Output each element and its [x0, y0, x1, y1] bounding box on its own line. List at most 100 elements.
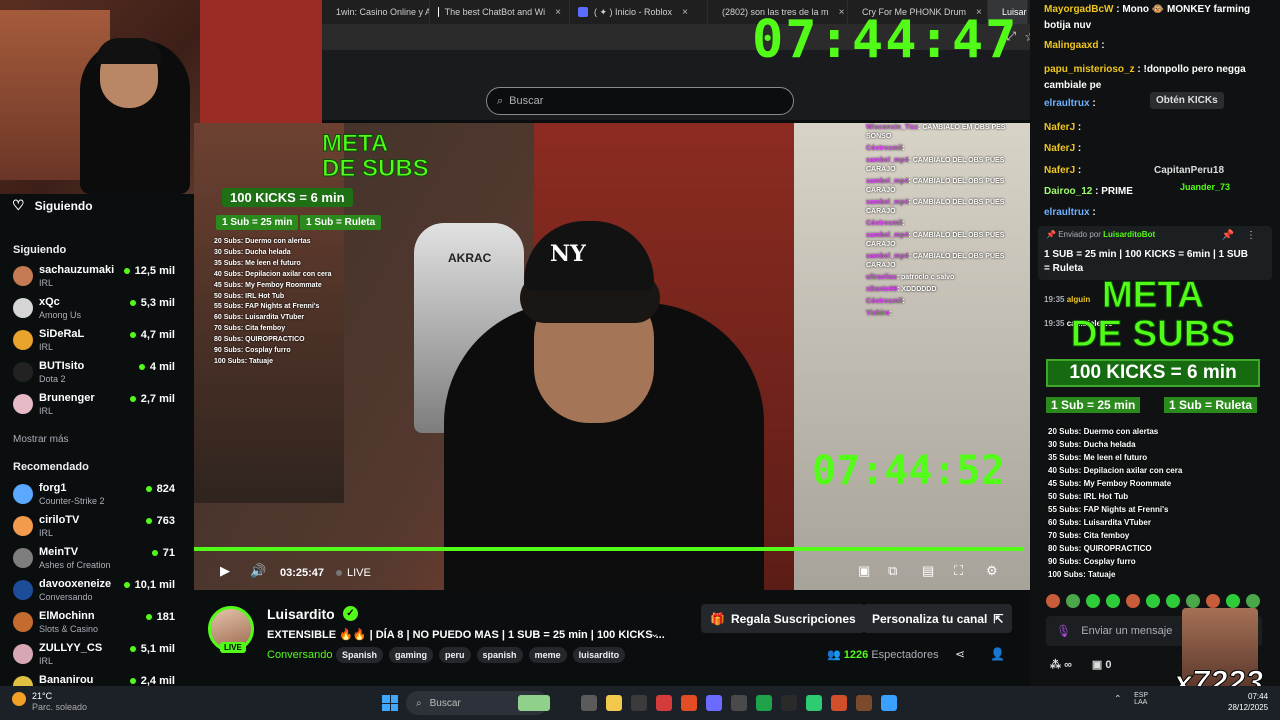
obs-icon[interactable]: [631, 695, 647, 711]
app-dark-icon[interactable]: [781, 695, 797, 711]
pinned-user[interactable]: LuisarditoBot: [1103, 230, 1155, 239]
chat-username[interactable]: papu_misterioso_z: [1044, 64, 1135, 75]
emote-icon[interactable]: [1166, 594, 1180, 608]
more-options-icon[interactable]: ⋮: [1246, 230, 1256, 241]
stream-tag[interactable]: Spanish: [336, 647, 384, 663]
heart-icon: ♡: [12, 197, 25, 213]
chat-username[interactable]: Malingaaxd: [1044, 40, 1098, 51]
live-indicator[interactable]: LIVE: [336, 567, 371, 579]
sidebar-channel[interactable]: ElMochinn Slots & Casino 181: [13, 610, 175, 640]
taskbar-clock[interactable]: 07:44 28/12/2025: [1228, 691, 1268, 713]
stream-tag[interactable]: spanish: [476, 647, 523, 663]
video-progress-bar[interactable]: [194, 547, 1024, 551]
emote-icon[interactable]: [1106, 594, 1120, 608]
chat-username[interactable]: NaferJ: [1044, 122, 1075, 133]
spotify-icon[interactable]: [756, 695, 772, 711]
fullscreen-icon[interactable]: ⛶: [954, 563, 963, 579]
browser-tab[interactable]: ( ✦ ) Inicio - Roblox ×: [570, 0, 708, 24]
stream-tag[interactable]: meme: [528, 647, 567, 663]
language-indicator[interactable]: ESP LAA: [1134, 692, 1148, 706]
show-more-link[interactable]: Mostrar más: [13, 434, 69, 445]
pip-icon[interactable]: ⧉: [888, 563, 897, 579]
volume-icon[interactable]: 🔊: [250, 563, 266, 579]
chat-username[interactable]: NaferJ: [1044, 143, 1075, 154]
emote-icon[interactable]: [1146, 594, 1160, 608]
stream-tag[interactable]: peru: [439, 647, 471, 663]
weather-temp: 21°C: [32, 691, 53, 701]
streamer-name[interactable]: Luisardito: [267, 606, 335, 622]
chat-text: cambiale pe: [1044, 80, 1102, 91]
windows-start-icon[interactable]: [382, 695, 398, 711]
overlay-chat-user: Wisconsin_Tizz: [866, 124, 918, 131]
browser-tab[interactable]: The best ChatBot and Wi ×: [430, 0, 570, 24]
add-user-icon[interactable]: 👤: [990, 647, 1005, 661]
sidebar-channel[interactable]: ZULLYY_CS IRL 5,1 mil: [13, 642, 175, 672]
emote-icon[interactable]: [1086, 594, 1100, 608]
app-red-icon[interactable]: [656, 695, 672, 711]
kicks-infinite[interactable]: ⁂ ∞: [1050, 658, 1072, 671]
weather-desc: Parc. soleado: [32, 702, 88, 712]
notepad-icon[interactable]: [881, 695, 897, 711]
sidebar-channel[interactable]: BUTIsito Dota 2 4 mil: [13, 360, 175, 390]
emote-icon[interactable]: [1066, 594, 1080, 608]
discord-icon[interactable]: [706, 695, 722, 711]
search-input[interactable]: ⌕ Buscar: [486, 87, 794, 115]
channel-name: ciriloTV: [39, 514, 80, 526]
stream-tag[interactable]: luisardito: [572, 647, 626, 663]
app-orange-icon[interactable]: [831, 695, 847, 711]
clip-icon[interactable]: ▤: [922, 563, 934, 579]
browser-tab[interactable]: 1win: Casino Online y Ap×: [322, 0, 430, 24]
emote-icon[interactable]: [1046, 594, 1060, 608]
sidebar-channel[interactable]: xQc Among Us 5,3 mil: [13, 296, 175, 326]
sidebar-channel[interactable]: Brunenger IRL 2,7 mil: [13, 392, 175, 422]
overlay-chat-message: Cóctresmil:: [866, 220, 905, 227]
chat-message: Malingaaxd :: [1044, 40, 1105, 51]
weather-icon[interactable]: [12, 692, 26, 706]
sidebar-channel[interactable]: davooxeneize Conversando 10,1 mil: [13, 578, 175, 608]
chat-username[interactable]: NaferJ: [1044, 165, 1075, 176]
stream-category[interactable]: Conversando: [267, 649, 332, 661]
customize-channel-button[interactable]: Personaliza tu canal ⇱: [863, 604, 1013, 633]
app-brown-icon[interactable]: [856, 695, 872, 711]
file-explorer-icon[interactable]: [606, 695, 622, 711]
close-tab-icon[interactable]: ×: [555, 7, 561, 18]
stream-tag[interactable]: gaming: [389, 647, 434, 663]
gift-counter[interactable]: ▣ 0: [1092, 658, 1112, 671]
emote-icon[interactable]: [1226, 594, 1240, 608]
theater-mode-icon[interactable]: ▣: [858, 563, 870, 579]
emote-icon[interactable]: [1246, 594, 1260, 608]
share-channel-icon[interactable]: ⋖: [955, 647, 965, 661]
weather-widget[interactable]: 21°C Parc. soleado: [32, 691, 87, 713]
system-tray[interactable]: ⌃ ESP LAA: [1114, 692, 1148, 706]
widgets-icon[interactable]: [518, 695, 550, 711]
channel-avatar: [13, 644, 33, 664]
chat-username[interactable]: elraultrux: [1044, 207, 1090, 218]
chat-username[interactable]: MayorgadBcW: [1044, 4, 1113, 15]
sidebar-channel[interactable]: ciriloTV IRL 763: [13, 514, 175, 544]
close-tab-icon[interactable]: ×: [682, 7, 688, 18]
settings-gear-icon[interactable]: ⚙: [986, 563, 998, 579]
emote-icon[interactable]: [1126, 594, 1140, 608]
chrome-icon[interactable]: [681, 695, 697, 711]
video-player[interactable]: AKRAC NY META DE SUBS 100 KICKS = 6 min 1…: [194, 123, 1030, 590]
mic-icon[interactable]: 🎙: [1056, 624, 1071, 638]
task-view-icon[interactable]: [581, 695, 597, 711]
emote-icon[interactable]: [1186, 594, 1200, 608]
following-button[interactable]: ♡ Siguiendo: [12, 197, 93, 214]
chat-username[interactable]: Dairoo_12: [1044, 186, 1092, 197]
chat-text: botija nuv: [1044, 20, 1092, 31]
sub-goal: 45 Subs: My Femboy Roommate: [214, 281, 322, 289]
sidebar-channel[interactable]: forg1 Counter-Strike 2 824: [13, 482, 175, 512]
pin-icon[interactable]: 📌: [1222, 230, 1234, 241]
tray-arrow-icon[interactable]: ⌃: [1114, 693, 1122, 703]
steam-icon[interactable]: [731, 695, 747, 711]
app-green-icon[interactable]: [806, 695, 822, 711]
sidebar-channel[interactable]: SiDeRaL IRL 4,7 mil: [13, 328, 175, 358]
sidebar-channel[interactable]: sachauzumaki IRL 12,5 mil: [13, 264, 175, 294]
emote-icon[interactable]: [1206, 594, 1220, 608]
chevron-down-icon[interactable]: ⌄: [650, 627, 659, 640]
gift-subs-button[interactable]: 🎁 Regala Suscripciones: [701, 604, 865, 633]
sidebar-channel[interactable]: MeinTV Ashes of Creation 71: [13, 546, 175, 576]
chat-username[interactable]: elraultrux: [1044, 98, 1090, 109]
play-icon[interactable]: ▶: [220, 563, 230, 579]
